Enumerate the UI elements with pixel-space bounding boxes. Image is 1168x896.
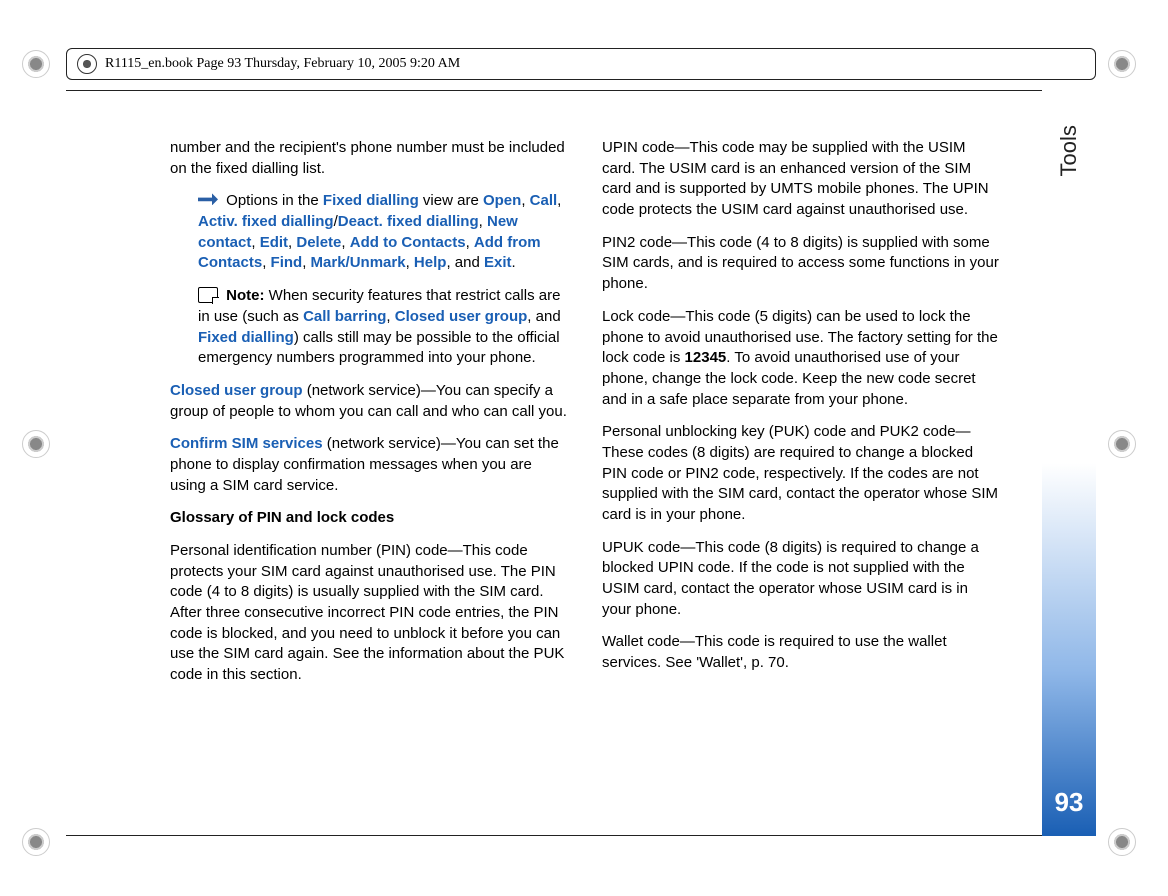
body-paragraph: Closed user group (network service)—You …: [170, 381, 568, 422]
body-paragraph: Wallet code—This code is required to use…: [602, 632, 1000, 673]
text: .: [511, 254, 515, 271]
body-paragraph: Confirm SIM services (network service)—Y…: [170, 434, 568, 496]
crop-mark-icon: [1108, 430, 1136, 458]
menu-item: Confirm SIM services: [170, 435, 323, 452]
body-paragraph: number and the recipient's phone number …: [170, 138, 568, 179]
menu-item: Open: [483, 192, 521, 209]
subheading: Glossary of PIN and lock codes: [170, 508, 568, 529]
text: ,: [341, 234, 349, 251]
menu-item: Closed user group: [395, 308, 528, 325]
menu-item: Call: [530, 192, 558, 209]
body-paragraph: Personal identification number (PIN) cod…: [170, 541, 568, 686]
menu-item: Deact. fixed dialling: [338, 213, 479, 230]
menu-item: Fixed dialling: [323, 192, 419, 209]
note-paragraph: Note: When security features that restri…: [170, 286, 568, 369]
arrow-icon: [198, 193, 218, 205]
crop-mark-icon: [22, 430, 50, 458]
crop-mark-icon: [1108, 50, 1136, 78]
text: ,: [479, 213, 487, 230]
note-label: Note:: [226, 287, 264, 304]
text: ,: [302, 254, 310, 271]
crop-mark-icon: [1108, 828, 1136, 856]
text: , and: [527, 308, 560, 325]
menu-item: Delete: [296, 234, 341, 251]
lock-code-value: 12345: [685, 349, 727, 366]
crop-line: [66, 90, 1096, 91]
crop-line: [66, 835, 1096, 836]
register-mark-icon: [77, 54, 97, 74]
menu-item: Exit: [484, 254, 512, 271]
menu-item: Mark/Unmark: [311, 254, 406, 271]
menu-item: Call barring: [303, 308, 386, 325]
menu-item: Activ. fixed dialling: [198, 213, 334, 230]
book-header-text: R1115_en.book Page 93 Thursday, February…: [105, 55, 460, 74]
side-tab: Tools 93: [1042, 90, 1096, 836]
body-paragraph: PIN2 code—This code (4 to 8 digits) is s…: [602, 233, 1000, 295]
text: ,: [466, 234, 474, 251]
body-paragraph: UPUK code—This code (8 digits) is requir…: [602, 538, 1000, 621]
options-paragraph: Options in the Fixed dialling view are O…: [170, 191, 568, 274]
body-paragraph: Lock code—This code (5 digits) can be us…: [602, 307, 1000, 410]
book-header-bar: R1115_en.book Page 93 Thursday, February…: [66, 48, 1096, 80]
menu-item: Fixed dialling: [198, 329, 294, 346]
page-body: number and the recipient's phone number …: [170, 138, 1000, 692]
menu-item: Find: [271, 254, 303, 271]
menu-item: Add to Contacts: [350, 234, 466, 251]
section-label: Tools: [1054, 125, 1084, 176]
text: , and: [446, 254, 484, 271]
crop-mark-icon: [22, 50, 50, 78]
menu-item: Help: [414, 254, 447, 271]
text: ,: [262, 254, 270, 271]
page-number: 93: [1042, 785, 1096, 820]
body-paragraph: Personal unblocking key (PUK) code and P…: [602, 422, 1000, 525]
text: ,: [521, 192, 529, 209]
text: ,: [251, 234, 259, 251]
text: ,: [406, 254, 414, 271]
text: view are: [419, 192, 483, 209]
text: Options in the: [226, 192, 323, 209]
crop-mark-icon: [22, 828, 50, 856]
text: ,: [386, 308, 394, 325]
body-paragraph: UPIN code—This code may be supplied with…: [602, 138, 1000, 221]
text: ,: [557, 192, 561, 209]
menu-item: Closed user group: [170, 382, 303, 399]
menu-item: Edit: [260, 234, 288, 251]
note-icon: [198, 287, 218, 303]
